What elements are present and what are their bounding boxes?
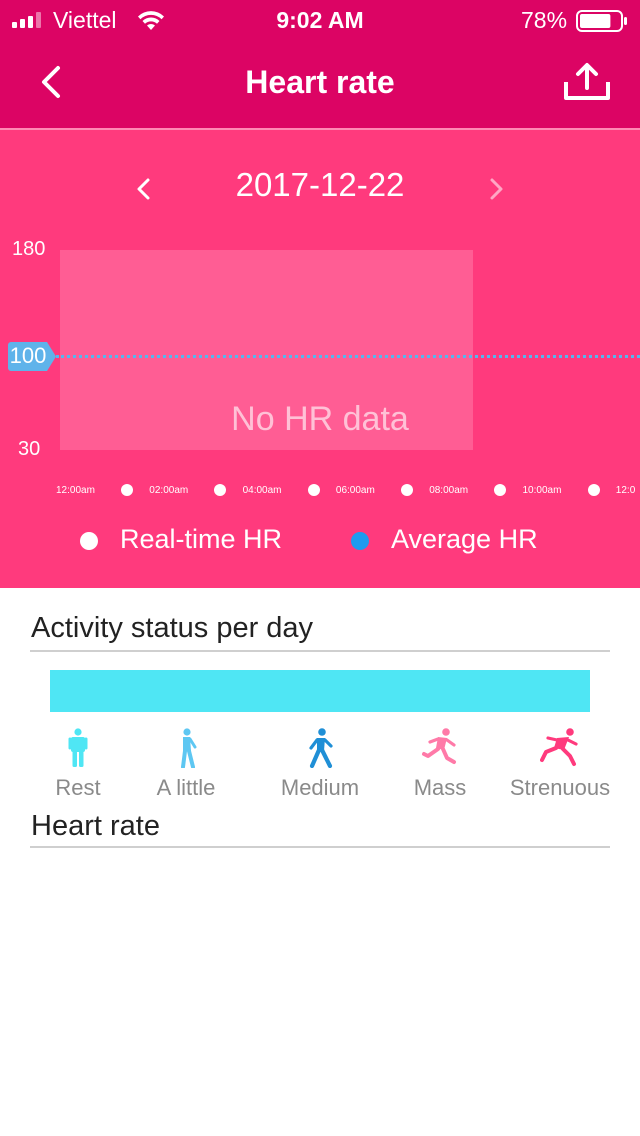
heart-rate-chart-card: 2017-12-22 180 30 No HR data 100 12:00am… xyxy=(0,128,640,588)
activity-level-label: A little xyxy=(156,775,216,800)
legend-label: Average HR xyxy=(391,524,538,554)
x-tick-label: 10:00am xyxy=(522,485,562,496)
activity-level-rest[interactable]: Rest xyxy=(18,728,138,808)
x-tick-dot xyxy=(587,484,600,496)
activity-level-medium[interactable]: Medium xyxy=(260,728,380,808)
x-tick-dot xyxy=(214,484,227,496)
divider xyxy=(30,650,610,652)
status-bar: Viettel 9:02 AM 78% xyxy=(0,0,640,40)
share-button[interactable] xyxy=(562,62,612,104)
activity-level-mass[interactable]: Mass xyxy=(380,728,500,808)
average-hr-dot-icon xyxy=(351,532,369,550)
x-tick-label: 04:00am xyxy=(242,485,282,496)
x-tick-label: 08:00am xyxy=(429,485,469,496)
activity-level-label: Mass xyxy=(413,775,467,800)
next-day-button[interactable] xyxy=(484,174,508,204)
slow-walk-icon xyxy=(181,728,197,768)
x-tick-dot xyxy=(307,484,320,496)
x-axis: 12:00am 02:00am 04:00am 06:00am 08:00am 10:00… xyxy=(0,482,640,502)
x-tick-label: 06:00am xyxy=(335,485,375,496)
average-hr-line xyxy=(56,355,640,358)
activity-level-a-little[interactable]: A little xyxy=(126,728,246,808)
x-tick-dot xyxy=(494,484,507,496)
page-title: Heart rate xyxy=(245,64,395,100)
date-label: 2017-12-22 xyxy=(235,166,405,203)
standing-person-icon xyxy=(68,728,88,767)
realtime-hr-dot-icon xyxy=(80,532,98,550)
x-tick-label: 12:00am xyxy=(56,485,95,496)
average-hr-value: 100 xyxy=(9,343,47,368)
activity-status-bar xyxy=(50,670,590,712)
y-axis-min-label: 30 xyxy=(18,438,41,460)
activity-section-title: Activity status per day xyxy=(31,612,314,644)
divider xyxy=(30,846,610,848)
sprinting-person-icon xyxy=(540,728,578,766)
y-axis-max-label: 180 xyxy=(12,238,46,260)
activity-level-strenuous[interactable]: Strenuous xyxy=(500,728,620,808)
activity-level-label: Medium xyxy=(280,775,360,800)
x-tick-dot xyxy=(400,484,413,496)
running-person-icon xyxy=(422,728,456,764)
walking-person-icon xyxy=(309,728,333,768)
heart-rate-section-title: Heart rate xyxy=(31,810,160,842)
activity-level-label: Strenuous xyxy=(509,775,611,800)
x-tick-dot xyxy=(121,484,133,496)
x-tick-label: 12:0 xyxy=(615,485,636,496)
activity-level-label: Rest xyxy=(55,775,101,800)
legend-label: Real-time HR xyxy=(120,524,283,554)
x-tick-label: 02:00am xyxy=(149,485,189,496)
header: Viettel 9:02 AM 78% Heart rate xyxy=(0,0,640,128)
battery-icon xyxy=(576,10,627,32)
battery-percent: 78% xyxy=(521,7,568,33)
no-data-message: No HR data xyxy=(231,400,409,438)
